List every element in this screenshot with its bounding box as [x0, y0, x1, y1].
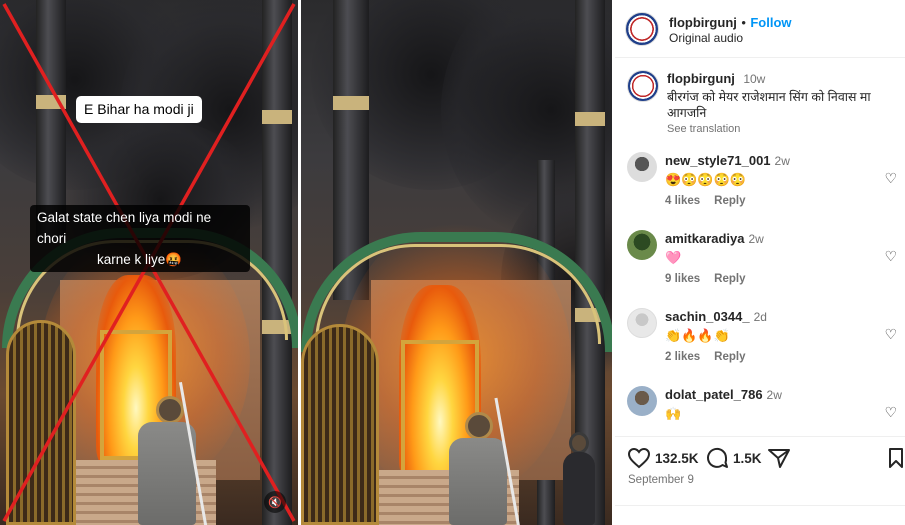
comment-text: 😍😳😳😳😳	[665, 172, 746, 187]
commenter-avatar[interactable]	[627, 230, 657, 260]
commenter-avatar[interactable]	[627, 386, 657, 416]
comment-count[interactable]: 1.5K	[733, 451, 762, 466]
comment-action[interactable]: 1.5K	[705, 447, 762, 469]
commenter-avatar[interactable]	[627, 152, 657, 182]
comment-meta: 9 likes Reply	[665, 273, 903, 285]
commenter-avatar[interactable]	[627, 308, 657, 338]
caption-bottom: Galat state chen liya modi ne chori karn…	[30, 205, 250, 272]
like-comment-heart-icon[interactable]: ♡	[884, 404, 897, 421]
like-comment-heart-icon[interactable]: ♡	[884, 326, 897, 343]
pillar	[36, 0, 66, 240]
comment-time: 2w	[748, 232, 764, 246]
comment-item: new_style71_001 2w 😍😳😳😳😳 4 likes Reply ♡	[627, 152, 903, 207]
gate	[301, 324, 379, 525]
post-header: flopbirgunj • Follow Original audio	[615, 0, 905, 58]
audio-label[interactable]: Original audio	[669, 31, 743, 45]
caption-bottom-line2: karne k liye🤬	[97, 252, 183, 267]
separator-dot: •	[741, 15, 746, 30]
account-username[interactable]: flopbirgunj	[669, 15, 737, 30]
caption-time: 10w	[743, 72, 766, 86]
comment-likes[interactable]: 2 likes	[665, 351, 700, 363]
comment-username[interactable]: amitkaradiya	[665, 231, 745, 246]
header-line: flopbirgunj • Follow	[669, 14, 792, 32]
caption-username[interactable]: flopbirgunj	[667, 71, 735, 86]
original-image-panel	[301, 0, 612, 525]
comment-text: 🩷	[665, 250, 682, 265]
save-action[interactable]	[887, 447, 905, 469]
comment-item: amitkaradiya 2w 🩷 9 likes Reply ♡	[627, 230, 903, 285]
caption-bottom-line1: Galat state chen liya modi ne chori	[37, 210, 212, 246]
comment-username[interactable]: sachin_0344_	[665, 309, 750, 324]
send-icon[interactable]	[767, 447, 791, 469]
comment-username[interactable]: new_style71_001	[665, 153, 771, 168]
account-avatar[interactable]	[625, 12, 659, 46]
person	[559, 432, 599, 525]
instagram-post-pane: flopbirgunj • Follow Original audio flop…	[615, 0, 905, 525]
post-caption: flopbirgunj 10w बीरगंज को मेयर राजेशमान …	[627, 70, 897, 135]
reply-button[interactable]: Reply	[714, 351, 745, 363]
heart-icon[interactable]	[627, 447, 651, 469]
comment-time: 2w	[774, 154, 790, 168]
share-action[interactable]	[767, 447, 791, 469]
like-comment-heart-icon[interactable]: ♡	[884, 170, 897, 187]
follow-button[interactable]: Follow	[750, 15, 791, 30]
bookmark-icon[interactable]	[887, 447, 905, 469]
comment-time: 2w	[766, 388, 782, 402]
comment-icon[interactable]	[705, 447, 729, 469]
like-comment-heart-icon[interactable]: ♡	[884, 248, 897, 265]
reply-button[interactable]: Reply	[714, 273, 745, 285]
comment-item: dolat_patel_786 2w 🙌 ♡	[627, 386, 903, 422]
comment-likes[interactable]: 4 likes	[665, 195, 700, 207]
caption-avatar[interactable]	[627, 70, 659, 102]
fire-scene-image	[301, 0, 612, 525]
comment-item: sachin_0344_ 2d 👏🔥🔥👏 2 likes Reply ♡	[627, 308, 903, 363]
like-action[interactable]: 132.5K	[627, 447, 699, 469]
caption-top: E Bihar ha modi ji	[76, 96, 202, 123]
comment-text: 🙌	[665, 406, 682, 421]
comment-likes[interactable]: 9 likes	[665, 273, 700, 285]
comment-time: 2d	[753, 310, 767, 324]
caption-text: बीरगंज को मेयर राजेशमान सिंग को निवास मा…	[667, 90, 871, 120]
see-translation-link[interactable]: See translation	[667, 123, 897, 135]
reply-button[interactable]: Reply	[714, 195, 745, 207]
annotated-image-panel: E Bihar ha modi ji Galat state chen liya…	[0, 0, 298, 525]
comment-input-bar[interactable]	[615, 505, 905, 525]
comment-username[interactable]: dolat_patel_786	[665, 387, 763, 402]
comment-meta: 4 likes Reply	[665, 195, 903, 207]
like-count[interactable]: 132.5K	[655, 451, 699, 466]
gate	[6, 320, 76, 525]
comment-meta: 2 likes Reply	[665, 351, 903, 363]
comment-text: 👏🔥🔥👏	[665, 328, 730, 343]
speaker-muted-icon[interactable]: 🔇	[264, 491, 286, 513]
person	[132, 396, 202, 525]
post-date: September 9	[628, 474, 694, 486]
